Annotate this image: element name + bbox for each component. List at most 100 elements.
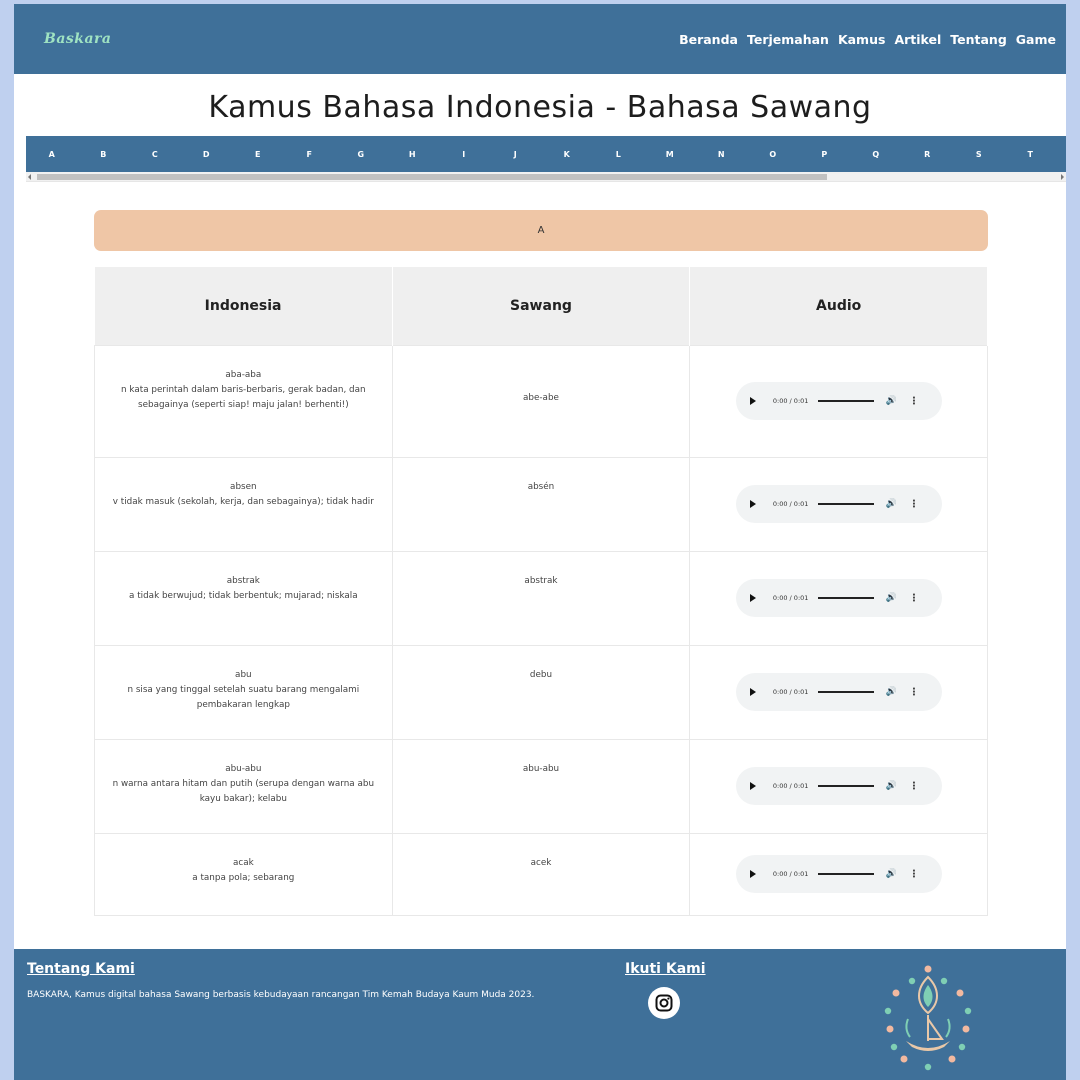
column-header-sawang: Sawang — [392, 267, 691, 345]
letter-link-q[interactable]: Q — [850, 150, 902, 159]
audio-progress-slider[interactable] — [817, 400, 874, 402]
audio-progress-slider[interactable] — [817, 503, 874, 505]
nav-beranda[interactable]: Beranda — [679, 32, 738, 47]
cell-audio: 0:00 / 0:01 🔊 ⋮ — [689, 456, 988, 552]
letter-link-e[interactable]: E — [232, 150, 284, 159]
letter-link-g[interactable]: G — [335, 150, 387, 159]
letter-link-d[interactable]: D — [181, 150, 233, 159]
more-options-icon[interactable]: ⋮ — [909, 867, 919, 882]
entry-definition: n warna antara hitam dan putih (serupa d… — [112, 778, 375, 804]
cell-sawang: absén — [391, 456, 691, 552]
volume-icon[interactable]: 🔊 — [886, 685, 897, 700]
footer: Tentang Kami BASKARA, Kamus digital baha… — [14, 949, 1066, 1080]
audio-progress-slider[interactable] — [817, 597, 874, 599]
more-options-icon[interactable]: ⋮ — [909, 497, 919, 512]
footer-about-title[interactable]: Tentang Kami — [27, 961, 547, 977]
letter-link-k[interactable]: K — [541, 150, 593, 159]
column-header-indonesia: Indonesia — [94, 267, 393, 345]
letter-link-c[interactable]: C — [129, 150, 181, 159]
audio-time: 0:00 / 0:01 — [772, 593, 809, 602]
letter-link-f[interactable]: F — [284, 150, 336, 159]
entry-definition: a tidak berwujud; tidak berbentuk; mujar… — [129, 590, 358, 601]
footer-about: Tentang Kami BASKARA, Kamus digital baha… — [27, 961, 547, 1004]
entry-definition: a tanpa pola; sebarang — [192, 872, 295, 883]
scroll-left-arrow-icon[interactable] — [28, 174, 31, 180]
scroll-right-arrow-icon[interactable] — [1061, 174, 1064, 180]
letter-link-b[interactable]: B — [78, 150, 130, 159]
audio-player: 0:00 / 0:01 🔊 ⋮ — [735, 579, 942, 617]
alphabet-bar: ABCDEFGHIJKLMNOPQRST — [26, 136, 1066, 172]
nav-terjemahan[interactable]: Terjemahan — [747, 32, 829, 47]
play-icon[interactable] — [749, 782, 756, 790]
audio-player: 0:00 / 0:01 🔊 ⋮ — [735, 485, 942, 523]
cell-audio: 0:00 / 0:01 🔊 ⋮ — [689, 644, 988, 740]
cell-sawang: abu-abu — [391, 738, 691, 834]
cell-sawang: acek — [391, 832, 691, 916]
letter-link-r[interactable]: R — [902, 150, 954, 159]
more-options-icon[interactable]: ⋮ — [909, 779, 919, 794]
sawang-word: acek — [530, 857, 552, 868]
audio-player: 0:00 / 0:01 🔊 ⋮ — [735, 673, 942, 711]
instagram-icon[interactable] — [648, 987, 680, 1019]
letter-link-a[interactable]: A — [26, 150, 78, 159]
volume-icon[interactable]: 🔊 — [886, 779, 897, 794]
play-icon[interactable] — [749, 594, 756, 602]
cell-audio: 0:00 / 0:01 🔊 ⋮ — [689, 832, 988, 916]
volume-icon[interactable]: 🔊 — [886, 394, 897, 409]
play-icon[interactable] — [749, 397, 756, 405]
nav-artikel[interactable]: Artikel — [894, 32, 941, 47]
table-row: absen v tidak masuk (sekolah, kerja, dan … — [94, 456, 988, 552]
audio-progress-slider[interactable] — [817, 691, 874, 693]
entry-word: absen — [230, 481, 257, 492]
page-title: Kamus Bahasa Indonesia - Bahasa Sawang — [208, 90, 872, 125]
play-icon[interactable] — [749, 870, 756, 878]
play-icon[interactable] — [749, 500, 756, 508]
letter-link-p[interactable]: P — [799, 150, 851, 159]
more-options-icon[interactable]: ⋮ — [909, 685, 919, 700]
entry-word: aba-aba — [225, 369, 262, 380]
main-nav: Beranda Terjemahan Kamus Artikel Tentang… — [679, 32, 1056, 47]
nav-kamus[interactable]: Kamus — [838, 32, 886, 47]
alphabet-navigator: ABCDEFGHIJKLMNOPQRST — [26, 136, 1066, 182]
audio-time: 0:00 / 0:01 — [772, 499, 809, 508]
letter-link-i[interactable]: I — [438, 150, 490, 159]
letter-link-m[interactable]: M — [644, 150, 696, 159]
audio-time: 0:00 / 0:01 — [772, 869, 809, 878]
entry-word: abstrak — [226, 575, 260, 586]
cell-sawang: abe-abe — [391, 344, 691, 458]
table-row: abu n sisa yang tinggal setelah suatu bar… — [94, 644, 988, 740]
entry-word: abu — [235, 669, 252, 680]
audio-progress-slider[interactable] — [817, 785, 874, 787]
cell-indonesia: aba-aba n kata perintah dalam baris-berba… — [94, 344, 393, 458]
cell-audio: 0:00 / 0:01 🔊 ⋮ — [689, 550, 988, 646]
cell-sawang: debu — [391, 644, 691, 740]
cell-indonesia: abu-abu n warna antara hitam dan putih (s… — [94, 738, 393, 834]
letter-link-o[interactable]: O — [747, 150, 799, 159]
nav-game[interactable]: Game — [1016, 32, 1056, 47]
more-options-icon[interactable]: ⋮ — [909, 394, 919, 409]
more-options-icon[interactable]: ⋮ — [909, 591, 919, 606]
letter-link-l[interactable]: L — [593, 150, 645, 159]
horizontal-scrollbar[interactable] — [26, 172, 1066, 182]
dictionary-table: Indonesia Sawang Audio aba-aba n kata per… — [94, 267, 988, 916]
table-row: acak a tanpa pola; sebarang acek 0:00 / 0:0… — [94, 832, 988, 916]
letter-link-n[interactable]: N — [696, 150, 748, 159]
nav-tentang[interactable]: Tentang — [950, 32, 1007, 47]
letter-link-s[interactable]: S — [953, 150, 1005, 159]
brand-logo[interactable]: Baskara — [44, 31, 112, 47]
scrollbar-thumb[interactable] — [37, 174, 827, 180]
volume-icon[interactable]: 🔊 — [886, 867, 897, 882]
current-letter-banner: A — [94, 210, 988, 251]
letter-link-t[interactable]: T — [1005, 150, 1057, 159]
letter-link-h[interactable]: H — [387, 150, 439, 159]
sawang-word: abe-abe — [523, 392, 559, 403]
audio-progress-slider[interactable] — [817, 873, 874, 875]
footer-follow-title[interactable]: Ikuti Kami — [625, 961, 706, 977]
volume-icon[interactable]: 🔊 — [886, 497, 897, 512]
volume-icon[interactable]: 🔊 — [886, 591, 897, 606]
letter-link-j[interactable]: J — [490, 150, 542, 159]
audio-time: 0:00 / 0:01 — [772, 396, 809, 405]
instagram-glyph-icon — [655, 994, 673, 1012]
play-icon[interactable] — [749, 688, 756, 696]
sawang-word: debu — [529, 669, 553, 680]
